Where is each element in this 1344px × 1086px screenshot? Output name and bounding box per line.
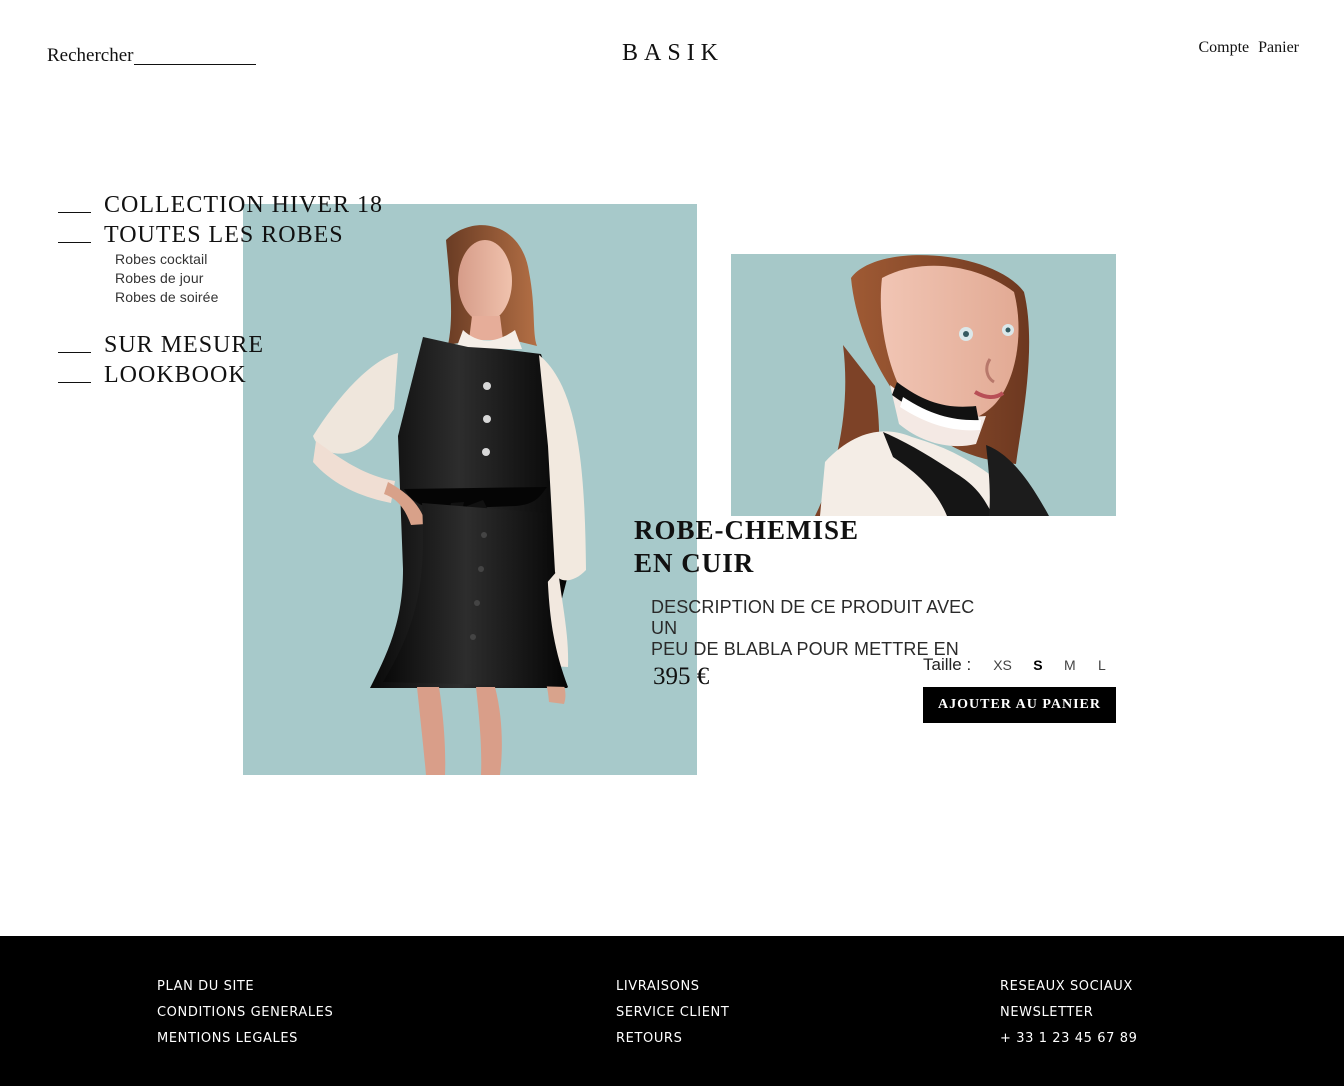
nav-marker-line bbox=[58, 381, 91, 383]
footer-column-service: LIVRAISONS SERVICE CLIENT RETOURS bbox=[616, 978, 729, 1048]
nav-custom[interactable]: SUR MESURE bbox=[58, 330, 383, 360]
nav-marker-line bbox=[58, 351, 91, 353]
footer-column-site: PLAN DU SITE CONDITIONS GENERALES MENTIO… bbox=[157, 978, 333, 1048]
size-option-m[interactable]: M bbox=[1064, 657, 1076, 673]
nav-label: SUR MESURE bbox=[104, 331, 265, 358]
footer-link-site-map[interactable]: PLAN DU SITE bbox=[157, 978, 333, 996]
dress-subcategory-list: Robes cocktail Robes de jour Robes de so… bbox=[115, 250, 383, 307]
product-price: 395 € bbox=[653, 663, 710, 690]
size-option-xs[interactable]: XS bbox=[993, 657, 1012, 673]
footer-phone-link[interactable]: + 33 1 23 45 67 89 bbox=[1000, 1030, 1137, 1048]
add-to-cart-button[interactable]: AJOUTER AU PANIER bbox=[923, 687, 1116, 723]
footer-link-returns[interactable]: RETOURS bbox=[616, 1030, 729, 1048]
nav-label: COLLECTION HIVER 18 bbox=[104, 191, 383, 218]
product-description-line-1: DESCRIPTION DE CE PRODUIT AVEC UN bbox=[651, 597, 975, 638]
site-footer: PLAN DU SITE CONDITIONS GENERALES MENTIO… bbox=[0, 936, 1344, 1086]
subcategory-robes-de-jour[interactable]: Robes de jour bbox=[115, 269, 383, 288]
search-label: Rechercher bbox=[47, 45, 134, 66]
search-field[interactable]: Rechercher bbox=[47, 44, 256, 68]
footer-link-legal[interactable]: MENTIONS LEGALES bbox=[157, 1030, 333, 1048]
size-option-s[interactable]: S bbox=[1032, 657, 1044, 673]
footer-link-terms[interactable]: CONDITIONS GENERALES bbox=[157, 1004, 333, 1022]
nav-label: LOOKBOOK bbox=[104, 361, 247, 388]
nav-label: TOUTES LES ROBES bbox=[104, 221, 344, 248]
footer-link-newsletter[interactable]: NEWSLETTER bbox=[1000, 1004, 1137, 1022]
header-links: Compte Panier bbox=[1198, 38, 1299, 58]
footer-link-social[interactable]: RESEAUX SOCIAUX bbox=[1000, 978, 1137, 996]
site-logo[interactable]: BASIK bbox=[622, 38, 724, 68]
collection-navigation: COLLECTION HIVER 18 TOUTES LES ROBES Rob… bbox=[58, 190, 383, 390]
nav-all-dresses[interactable]: TOUTES LES ROBES bbox=[58, 220, 383, 250]
account-link[interactable]: Compte bbox=[1198, 38, 1249, 58]
product-description: DESCRIPTION DE CE PRODUIT AVEC UN PEU DE… bbox=[651, 597, 1001, 660]
nav-marker-line bbox=[58, 241, 91, 243]
product-title-line-1: ROBE-CHEMISE bbox=[634, 515, 860, 546]
nav-lookbook[interactable]: LOOKBOOK bbox=[58, 360, 383, 390]
cart-link[interactable]: Panier bbox=[1258, 38, 1299, 58]
model-portrait-image bbox=[731, 254, 1116, 516]
product-detail-image bbox=[731, 254, 1116, 516]
footer-link-customer-service[interactable]: SERVICE CLIENT bbox=[616, 1004, 729, 1022]
subcategory-robes-cocktail[interactable]: Robes cocktail bbox=[115, 250, 383, 269]
subcategory-robes-de-soiree[interactable]: Robes de soirée bbox=[115, 288, 383, 307]
size-label: Taille : bbox=[923, 655, 972, 674]
footer-column-contact: RESEAUX SOCIAUX NEWSLETTER + 33 1 23 45 … bbox=[1000, 978, 1137, 1048]
nav-marker-line bbox=[58, 211, 91, 213]
nav-collection-hiver-18[interactable]: COLLECTION HIVER 18 bbox=[58, 190, 383, 220]
product-description-line-2: PEU DE BLABLA POUR METTRE EN bbox=[651, 639, 959, 659]
size-option-l[interactable]: L bbox=[1096, 657, 1108, 673]
size-selector: Taille : XS S M L bbox=[923, 652, 1108, 678]
search-input-line[interactable] bbox=[133, 64, 256, 65]
product-title-line-2: EN CUIR bbox=[634, 548, 755, 579]
product-title: ROBE-CHEMISE EN CUIR bbox=[634, 514, 859, 580]
footer-link-delivery[interactable]: LIVRAISONS bbox=[616, 978, 729, 996]
